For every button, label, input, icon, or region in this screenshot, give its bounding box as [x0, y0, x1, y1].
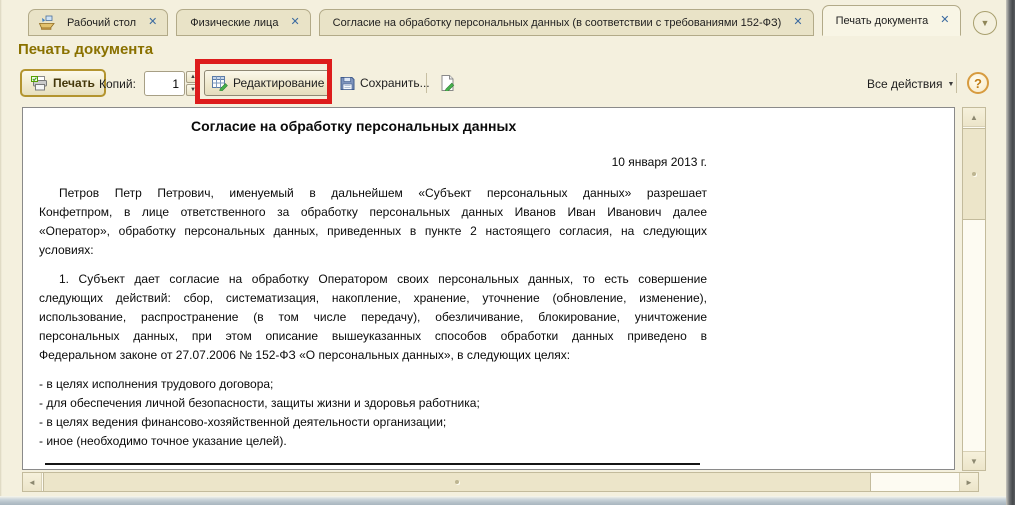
toolbar-separator [426, 73, 427, 93]
page-title: Печать документа [18, 41, 153, 58]
horizontal-scroll-thumb[interactable] [43, 473, 871, 491]
spin-down-button[interactable]: ▼ [186, 84, 200, 96]
list-item: - в целях ведения финансово-хозяйственно… [39, 413, 954, 432]
document-paragraph: 1. Субъект дает согласие на обработку Оп… [39, 270, 954, 365]
document-content: Согласие на обработку персональных данны… [23, 108, 954, 465]
desktop-icon [38, 15, 56, 31]
save-button[interactable]: Сохранить... [334, 70, 436, 96]
table-edit-icon [212, 75, 228, 91]
list-item: - в целях исполнения трудового договора; [39, 375, 954, 394]
list-item: - иное (необходимо точное указание целей… [39, 432, 954, 451]
document-title: Согласие на обработку персональных данны… [191, 118, 954, 135]
document-date: 10 января 2013 г. [39, 155, 707, 170]
window-left-edge [0, 0, 2, 496]
tab-label: Физические лица [186, 17, 282, 29]
edit-button[interactable]: Редактирование [204, 70, 332, 96]
close-icon[interactable]: ✕ [939, 15, 950, 26]
chevron-down-icon: ▼ [981, 18, 990, 28]
tab-label: Согласие на обработку персональных данны… [329, 17, 786, 29]
signature-line [45, 463, 700, 465]
document-preview[interactable]: Согласие на обработку персональных данны… [22, 107, 955, 470]
paragraph-line: Федеральном законе от 27.07.2006 № 152-Ф… [39, 346, 707, 365]
tab-label: Печать документа [832, 15, 933, 27]
document-edit-icon-button[interactable] [433, 70, 459, 96]
paragraph-line: 1. Субъект дает согласие на обработку Оп… [39, 270, 707, 289]
copies-label: Копий: [99, 77, 136, 91]
paragraph-line: персональных данных, при этом описание в… [39, 327, 707, 346]
close-icon[interactable]: ✕ [289, 17, 300, 28]
close-icon[interactable]: ✕ [147, 17, 158, 28]
tab-overflow-button[interactable]: ▼ [973, 11, 997, 35]
vertical-scroll-thumb[interactable] [963, 128, 985, 220]
paragraph-line: следующих действий: сбор, систематизация… [39, 289, 707, 308]
floppy-save-icon [340, 76, 355, 91]
all-actions-label: Все действия [867, 77, 942, 91]
chevron-down-icon: ▼ [947, 81, 954, 88]
page-pencil-icon [439, 75, 455, 91]
paragraph-line: Петров Петр Петрович, именуемый в дальне… [39, 184, 707, 203]
print-button-label: Печать [53, 76, 95, 90]
window-right-edge [1006, 0, 1015, 505]
copies-stepper: ▲ ▼ [186, 71, 200, 96]
window-bottom-edge [0, 496, 1015, 505]
all-actions-button[interactable]: Все действия ▼ [867, 74, 954, 94]
toolbar-separator [956, 73, 957, 93]
tab-consent-form[interactable]: Согласие на обработку персональных данны… [319, 9, 814, 36]
scroll-left-button[interactable]: ◄ [23, 473, 42, 491]
close-icon[interactable]: ✕ [792, 17, 803, 28]
tab-desktop[interactable]: Рабочий стол ✕ [28, 9, 168, 36]
vertical-scrollbar[interactable]: ▲ ▼ [962, 107, 986, 471]
thumb-grip-dot [972, 172, 976, 176]
copies-input-box [144, 71, 185, 96]
edit-button-label: Редактирование [233, 76, 324, 90]
tab-print-document[interactable]: Печать документа ✕ [822, 5, 961, 36]
paragraph-line: «Оператор», обработку персональных данны… [39, 222, 707, 241]
tab-individuals[interactable]: Физические лица ✕ [176, 9, 310, 36]
tab-bar: Рабочий стол ✕ Физические лица ✕ Согласи… [28, 5, 961, 36]
print-button[interactable]: Печать [20, 69, 106, 97]
save-button-label: Сохранить... [360, 76, 430, 90]
printer-icon [31, 76, 48, 91]
paragraph-line: Конфетпром, в лице ответственного за обр… [39, 203, 707, 222]
scroll-up-button[interactable]: ▲ [963, 108, 985, 127]
spin-up-button[interactable]: ▲ [186, 71, 200, 83]
copies-input[interactable] [145, 72, 184, 95]
horizontal-scrollbar[interactable]: ◄ ► [22, 472, 979, 492]
tab-label: Рабочий стол [63, 17, 140, 29]
question-icon: ? [974, 76, 982, 91]
scroll-down-button[interactable]: ▼ [963, 451, 985, 470]
paragraph-line: использование, распространение (в том чи… [39, 308, 707, 327]
scroll-right-button[interactable]: ► [959, 473, 978, 491]
paragraph-line: условиях: [39, 241, 707, 260]
document-list: - в целях исполнения трудового договора;… [39, 375, 954, 451]
help-button[interactable]: ? [967, 72, 989, 94]
list-item: - для обеспечения личной безопасности, з… [39, 394, 954, 413]
document-paragraph: Петров Петр Петрович, именуемый в дальне… [39, 184, 954, 260]
thumb-grip-dot [455, 480, 459, 484]
